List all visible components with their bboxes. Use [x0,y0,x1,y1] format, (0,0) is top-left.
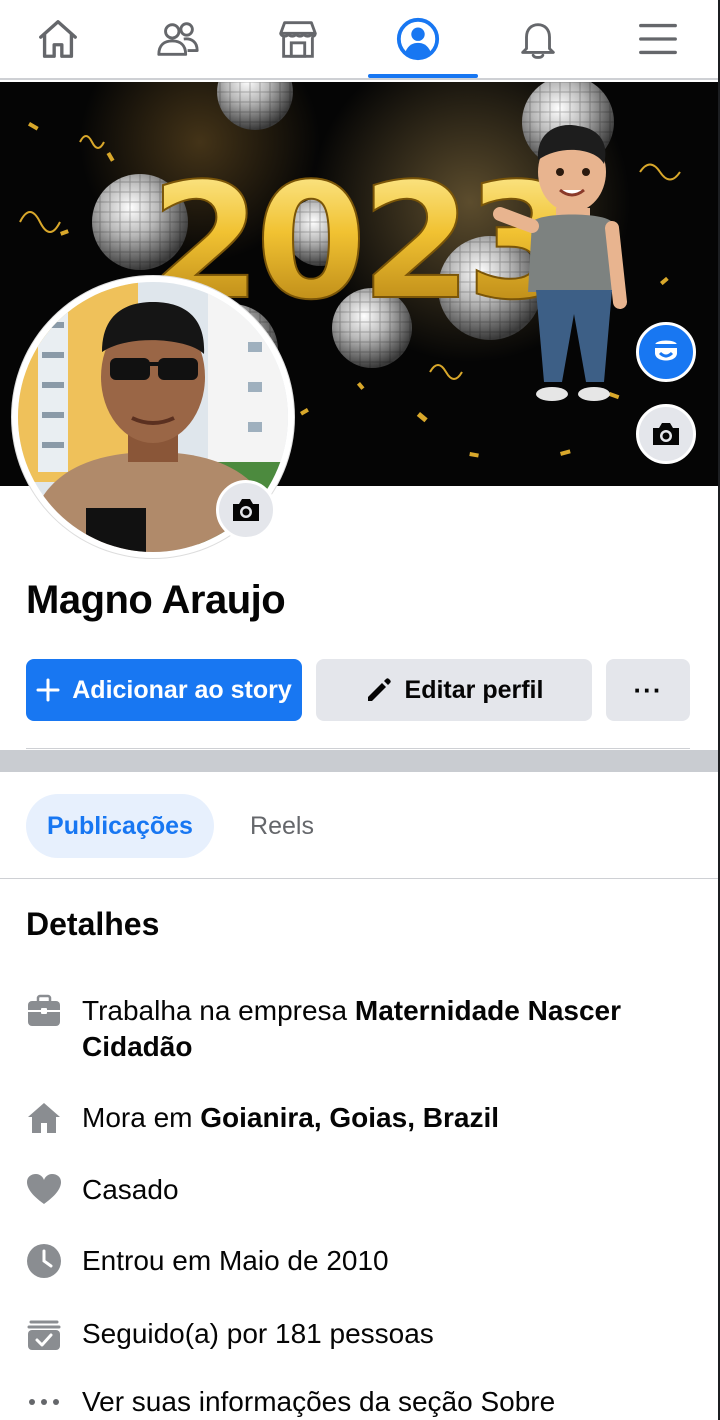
profile-icon [396,17,440,61]
edit-cover-photo-button[interactable] [636,404,696,464]
clock-icon [27,1244,61,1278]
nav-friends[interactable] [123,0,233,78]
edit-profile-button[interactable]: Editar perfil [316,659,592,721]
active-tab-indicator [368,74,478,78]
details-title: Detalhes [26,906,160,942]
more-dots-icon [29,1399,59,1405]
house-icon [28,1103,60,1133]
camera-icon [653,423,679,445]
avatar-face-icon [655,340,677,361]
briefcase-icon [28,994,60,1026]
bell-icon [521,23,555,59]
pencil-icon [367,678,391,701]
friends-icon [157,22,199,56]
detail-location-text: Mora em Goianira, Goias, Brazil [82,1102,500,1133]
plus-icon [36,678,60,702]
detail-followers: Seguido(a) por 181 pessoas [26,1316,696,1352]
nav-home[interactable] [3,0,113,78]
more-dots-icon: ··· [633,674,663,705]
followers-icon [27,1320,61,1350]
tab-reels[interactable]: Reels [232,794,332,858]
detail-work-text: Trabalha na empresa Maternidade Nascer C… [82,995,621,1062]
section-separator [0,750,718,772]
tab-label: Publicações [47,811,193,840]
divider [26,748,690,749]
nav-profile[interactable] [363,0,478,78]
detail-relationship: Casado [26,1172,696,1208]
more-options-button[interactable]: ··· [606,659,690,721]
nav-notifications[interactable] [483,0,593,78]
edit-profile-label: Editar perfil [404,675,544,704]
detail-followers-text: Seguido(a) por 181 pessoas [82,1318,434,1349]
divider [0,878,718,879]
home-icon [39,20,77,58]
nav-marketplace[interactable] [243,0,353,78]
detail-joined-text: Entrou em Maio de 2010 [82,1245,389,1276]
hamburger-menu-icon [639,23,677,55]
detail-about-text: Ver suas informações da seção Sobre [82,1386,556,1417]
heart-icon [27,1174,61,1204]
nav-menu[interactable] [603,0,713,78]
top-navigation [0,0,720,80]
profile-name: Magno Araujo [26,578,286,622]
detail-location: Mora em Goianira, Goias, Brazil [26,1100,696,1136]
add-to-story-label: Adicionar ao story [72,675,292,704]
detail-about-link[interactable]: Ver suas informações da seção Sobre [26,1384,696,1420]
edit-profile-picture-button[interactable] [216,480,276,540]
detail-relationship-text: Casado [82,1174,179,1205]
marketplace-icon [279,21,317,58]
tab-label: Reels [250,811,314,840]
detail-joined: Entrou em Maio de 2010 [26,1243,696,1279]
detail-work: Trabalha na empresa Maternidade Nascer C… [26,993,696,1065]
tab-publicacoes[interactable]: Publicações [26,794,214,858]
avatar-sticker-button[interactable] [636,322,696,382]
add-to-story-button[interactable]: Adicionar ao story [26,659,302,721]
camera-icon [233,499,259,521]
